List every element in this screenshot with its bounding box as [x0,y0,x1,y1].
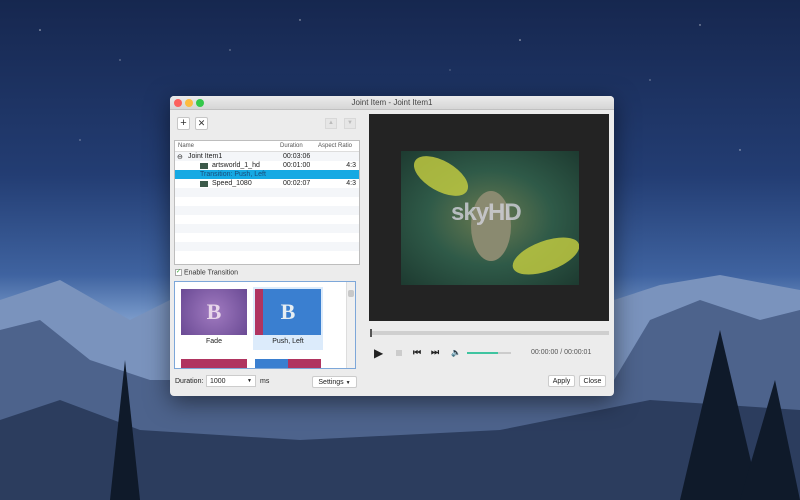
volume-icon[interactable]: 🔈 [451,348,461,357]
timeline-slider[interactable] [370,329,609,337]
gallery-scrollbar[interactable] [346,282,355,368]
row-duration: 00:03:06 [283,153,311,160]
timeline-handle[interactable] [370,329,372,337]
fade-label: Fade [206,338,222,345]
fade-thumbnail[interactable]: B [181,289,247,335]
plus-icon: + [180,117,187,129]
clip-icon [200,181,208,187]
tree-row[interactable]: artsworld_1_hd 00:01:00 4:3 [175,161,359,170]
volume-fill [467,352,498,354]
tree-row[interactable]: Speed_1080 00:02:07 4:3 [175,179,359,188]
settings-label: Settings [318,379,344,386]
video-frame: skyHD [401,151,579,285]
chevron-down-icon: ▼ [247,378,252,384]
video-preview: skyHD [369,114,609,321]
checkmark-icon: ✓ [175,269,182,276]
add-button[interactable]: + [177,117,190,130]
stop-button[interactable] [396,350,402,356]
previous-button[interactable]: ⏮ [413,347,421,358]
up-icon: ▲ [328,120,334,126]
row-name: Speed_1080 [212,180,252,187]
volume-slider[interactable] [467,352,511,354]
row-duration: 00:01:00 [283,162,311,169]
chevron-down-icon: ▼ [345,380,351,386]
joint-item-window: Joint Item - Joint Item1 + ✕ ▲ ▼ Name Du… [170,96,614,396]
transition-thumbnail[interactable] [181,359,247,368]
enable-transition-checkbox[interactable]: ✓ Enable Transition [175,269,238,276]
duration-combobox[interactable]: 1000 ▼ [206,375,256,387]
apply-label: Apply [552,378,571,385]
close-window-button[interactable] [174,99,182,107]
row-name: artsworld_1_hd [212,162,260,169]
time-display: 00:00:00 / 00:00:01 [531,349,592,356]
move-up-button[interactable]: ▲ [325,118,337,129]
tree-header: Name Duration Aspect Ratio [175,141,359,152]
row-duration: 00:02:07 [283,180,311,187]
row-aspect: 4:3 [346,162,356,169]
tree-rows: ⊖ Joint Item1 00:03:06 artsworld_1_hd 00:01… [175,152,359,260]
scroll-thumb[interactable] [348,290,354,297]
push-left-label: Push, Left [272,338,304,345]
play-button[interactable]: ▶ [374,346,383,360]
duration-value: 1000 [210,378,226,385]
tree-row[interactable]: ⊖ Joint Item1 00:03:06 [175,152,359,161]
down-icon: ▼ [347,120,353,126]
row-aspect: 4:3 [346,180,356,187]
settings-button[interactable]: Settings ▼ [312,376,357,388]
transition-gallery[interactable]: B Fade B Push, Left [174,281,356,369]
close-label: Close [583,378,602,385]
duration-label: Duration: [175,378,204,385]
row-name: Joint Item1 [188,153,223,160]
header-aspect-ratio[interactable]: Aspect Ratio [318,143,352,149]
video-watermark: skyHD [451,199,522,226]
header-name[interactable]: Name [178,143,194,149]
duration-unit: ms [260,378,270,385]
apply-button[interactable]: Apply [548,375,575,387]
items-tree[interactable]: Name Duration Aspect Ratio ⊖ Joint Item1 0… [174,140,360,265]
close-button[interactable]: Close [579,375,606,387]
collapse-icon[interactable]: ⊖ [177,153,183,161]
clip-icon [200,163,208,169]
row-name: Transition: Push, Left [200,171,266,178]
push-left-thumbnail[interactable]: B [255,289,321,335]
zoom-window-button[interactable] [196,99,204,107]
transition-thumbnail[interactable] [255,359,321,368]
tree-row-selected[interactable]: Transition: Push, Left [175,170,359,179]
title-bar: Joint Item - Joint Item1 [170,96,614,110]
minimize-window-button[interactable] [185,99,193,107]
header-duration[interactable]: Duration [280,143,303,149]
enable-transition-label: Enable Transition [183,269,239,277]
x-icon: ✕ [197,118,206,128]
next-button[interactable]: ⏭ [431,347,439,358]
window-title: Joint Item - Joint Item1 [351,98,433,107]
move-down-button[interactable]: ▼ [344,118,356,129]
remove-button[interactable]: ✕ [195,117,208,130]
